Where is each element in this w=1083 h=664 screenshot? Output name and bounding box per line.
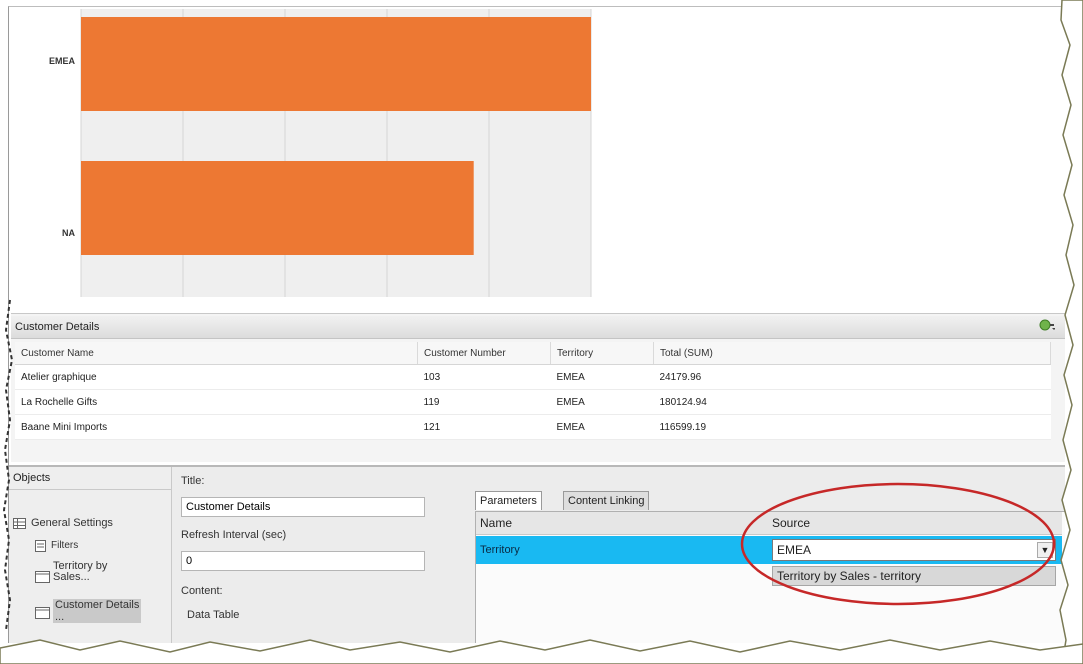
parameter-name: Territory [480,544,520,556]
tree-item-label: Filters [51,540,79,551]
chart-bar-emea[interactable] [81,17,591,111]
tree-item-customer-details[interactable]: Customer Details ... [35,599,171,627]
table-row[interactable]: Baane Mini Imports 121 EMEA 116599.19 [15,414,1051,440]
customer-table: Customer Name Customer Number Territory … [15,342,1051,440]
column-header[interactable]: Customer Name [15,342,418,365]
panel-settings-icon[interactable] [1039,318,1055,332]
properties-panel: Title: Refresh Interval (sec) Content: D… [175,467,465,643]
table-cell: 116599.19 [653,414,1051,440]
tab-parameters[interactable]: Parameters [475,491,542,510]
table-cell: 103 [417,364,551,390]
parameters-grid: Name Source Territory EMEA ▼ Territory b… [475,511,1065,643]
table-cell: Baane Mini Imports [15,414,418,440]
category-tick-label: EMEA [49,56,76,66]
tab-content-linking[interactable]: Content Linking [563,491,650,510]
settings-table-icon [13,518,26,529]
content-label: Content: [181,585,223,597]
name-column-header: Name [480,516,513,530]
panel-title: Customer Details [11,316,1065,339]
dropdown-option[interactable]: Territory by Sales - territory [772,566,1056,586]
title-input[interactable] [181,497,425,517]
tree-item-label: Customer Details ... [53,599,142,623]
parameters-header: Name Source [476,512,1062,535]
editor-panel: Objects General Settings Filters Territo… [9,465,1065,643]
table-cell: 24179.96 [653,364,1051,390]
customer-details-panel: Customer Details Customer Name Customer … [11,313,1065,462]
territory-bar-chart: EMEA NA [11,9,1065,309]
table-object-icon [35,607,50,619]
refresh-interval-input[interactable] [181,551,425,571]
objects-panel: Objects General Settings Filters Territo… [9,467,172,643]
table-cell: Atelier graphique [15,364,418,390]
column-header[interactable]: Territory [550,342,654,365]
chart-svg: EMEA NA [49,9,592,297]
chart-object-icon [35,571,50,583]
source-select-value: EMEA [777,543,812,557]
parameter-row-territory[interactable]: Territory EMEA ▼ [476,536,1062,564]
dashboard-window: EMEA NA Customer Details Customer Name Cu… [8,6,1065,643]
objects-header: Objects [9,467,171,490]
table-header-row: Customer Name Customer Number Territory … [15,342,1051,365]
chart-bar-na[interactable] [81,161,474,255]
tree-item-label: General Settings [31,517,113,529]
table-row[interactable]: Atelier graphique 103 EMEA 24179.96 [15,364,1051,390]
table-cell: 119 [417,389,551,415]
filter-icon [35,540,46,552]
refresh-interval-label: Refresh Interval (sec) [181,529,287,541]
category-tick-label: NA [62,228,75,238]
table-cell: EMEA [550,389,654,415]
source-column-header: Source [772,516,811,530]
source-select[interactable]: EMEA ▼ [772,539,1056,561]
table-cell: 121 [417,414,551,440]
table-row[interactable]: La Rochelle Gifts 119 EMEA 180124.94 [15,389,1051,415]
tree-item-label: Territory by Sales... [53,560,108,583]
title-label: Title: [181,475,205,487]
table-cell: EMEA [550,364,654,390]
column-header[interactable]: Customer Number [417,342,551,365]
parameters-panel: Parameters Content Linking Name Source T… [467,467,1065,643]
chevron-down-icon[interactable]: ▼ [1037,542,1053,558]
table-cell: La Rochelle Gifts [15,389,418,415]
table-cell: 180124.94 [653,389,1051,415]
column-header[interactable]: Total (SUM) [653,342,1051,365]
selected-row-highlight: Territory [476,536,766,564]
tree-item-territory-by-sales[interactable]: Territory by Sales... [35,561,165,589]
table-cell: EMEA [550,414,654,440]
content-value: Data Table [187,609,240,621]
